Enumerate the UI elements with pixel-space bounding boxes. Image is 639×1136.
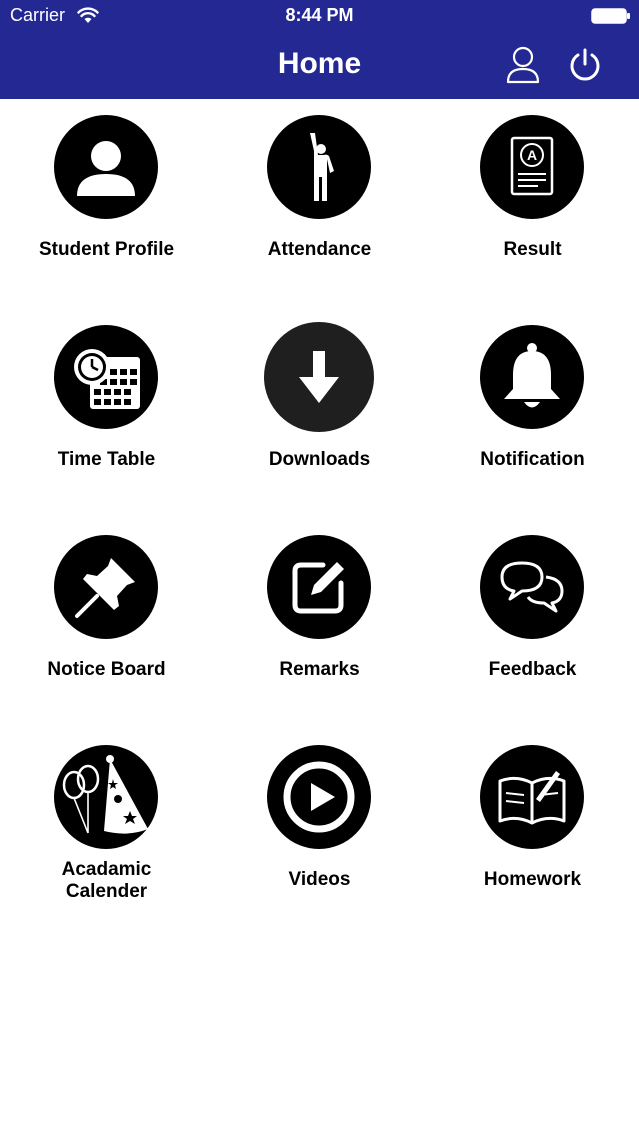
tile-downloads[interactable]: Downloads: [213, 309, 426, 509]
tile-label: Notice Board: [47, 659, 166, 680]
tile-result[interactable]: A Result: [426, 99, 639, 299]
tile-homework[interactable]: Homework: [426, 729, 639, 929]
tile-notification[interactable]: Notification: [426, 309, 639, 509]
svg-text:A: A: [527, 147, 537, 163]
tile-label: Homework: [483, 869, 582, 890]
play-circle-icon: [283, 761, 355, 833]
tile-label: Acadamic Calender: [0, 859, 213, 903]
battery-icon: [591, 8, 630, 24]
clock-calendar-icon: [74, 349, 140, 409]
person-raising-hand-icon: [310, 133, 334, 201]
chat-bubbles-icon: [500, 561, 564, 613]
tile-academic-calendar[interactable]: Acadamic Calender: [0, 729, 213, 929]
report-card-icon: A: [510, 136, 554, 196]
tile-time-table[interactable]: Time Table: [0, 309, 213, 509]
tile-label: Result: [503, 239, 562, 260]
tile-circle: [480, 535, 584, 639]
tile-circle: [480, 325, 584, 429]
app-header: Carrier 8:44 PM Home: [0, 0, 639, 99]
power-icon: [570, 48, 600, 81]
tile-label: Videos: [288, 869, 351, 890]
tile-attendance[interactable]: Attendance: [213, 99, 426, 299]
tile-label: Downloads: [268, 449, 371, 470]
profile-button[interactable]: [502, 44, 544, 86]
tile-label: Time Table: [57, 449, 156, 470]
tile-videos[interactable]: Videos: [213, 729, 426, 929]
tile-label: Notification: [480, 449, 585, 470]
party-balloons-icon: [62, 755, 148, 834]
open-book-pencil-icon: [498, 771, 566, 825]
tile-label: Feedback: [488, 659, 577, 680]
tile-label-line: Calender: [65, 881, 148, 902]
bell-icon: [504, 343, 560, 408]
tile-label: Attendance: [267, 239, 372, 260]
tile-feedback[interactable]: Feedback: [426, 519, 639, 719]
tile-circle: [267, 745, 371, 849]
edit-icon: [292, 562, 344, 614]
tile-circle: [54, 325, 158, 429]
user-icon: [77, 141, 135, 196]
tile-label-line: Acadamic: [61, 859, 152, 880]
status-bar: Carrier 8:44 PM: [0, 0, 639, 32]
tile-circle: [480, 745, 584, 849]
tile-circle: [267, 535, 371, 639]
tile-student-profile[interactable]: Student Profile: [0, 99, 213, 299]
pushpin-icon: [75, 558, 135, 618]
tile-remarks[interactable]: Remarks: [213, 519, 426, 719]
tile-circle: [264, 322, 374, 432]
tile-circle: A: [480, 115, 584, 219]
tile-circle: [54, 535, 158, 639]
tile-label: Student Profile: [38, 239, 175, 260]
tile-circle: [54, 745, 158, 849]
tile-circle: [54, 115, 158, 219]
download-arrow-icon: [299, 351, 339, 403]
logout-button[interactable]: [565, 45, 605, 85]
status-time: 8:44 PM: [285, 5, 354, 25]
user-outline-icon: [506, 46, 540, 84]
tile-label: Remarks: [279, 659, 360, 680]
tile-circle: [267, 115, 371, 219]
tile-notice-board[interactable]: Notice Board: [0, 519, 213, 719]
